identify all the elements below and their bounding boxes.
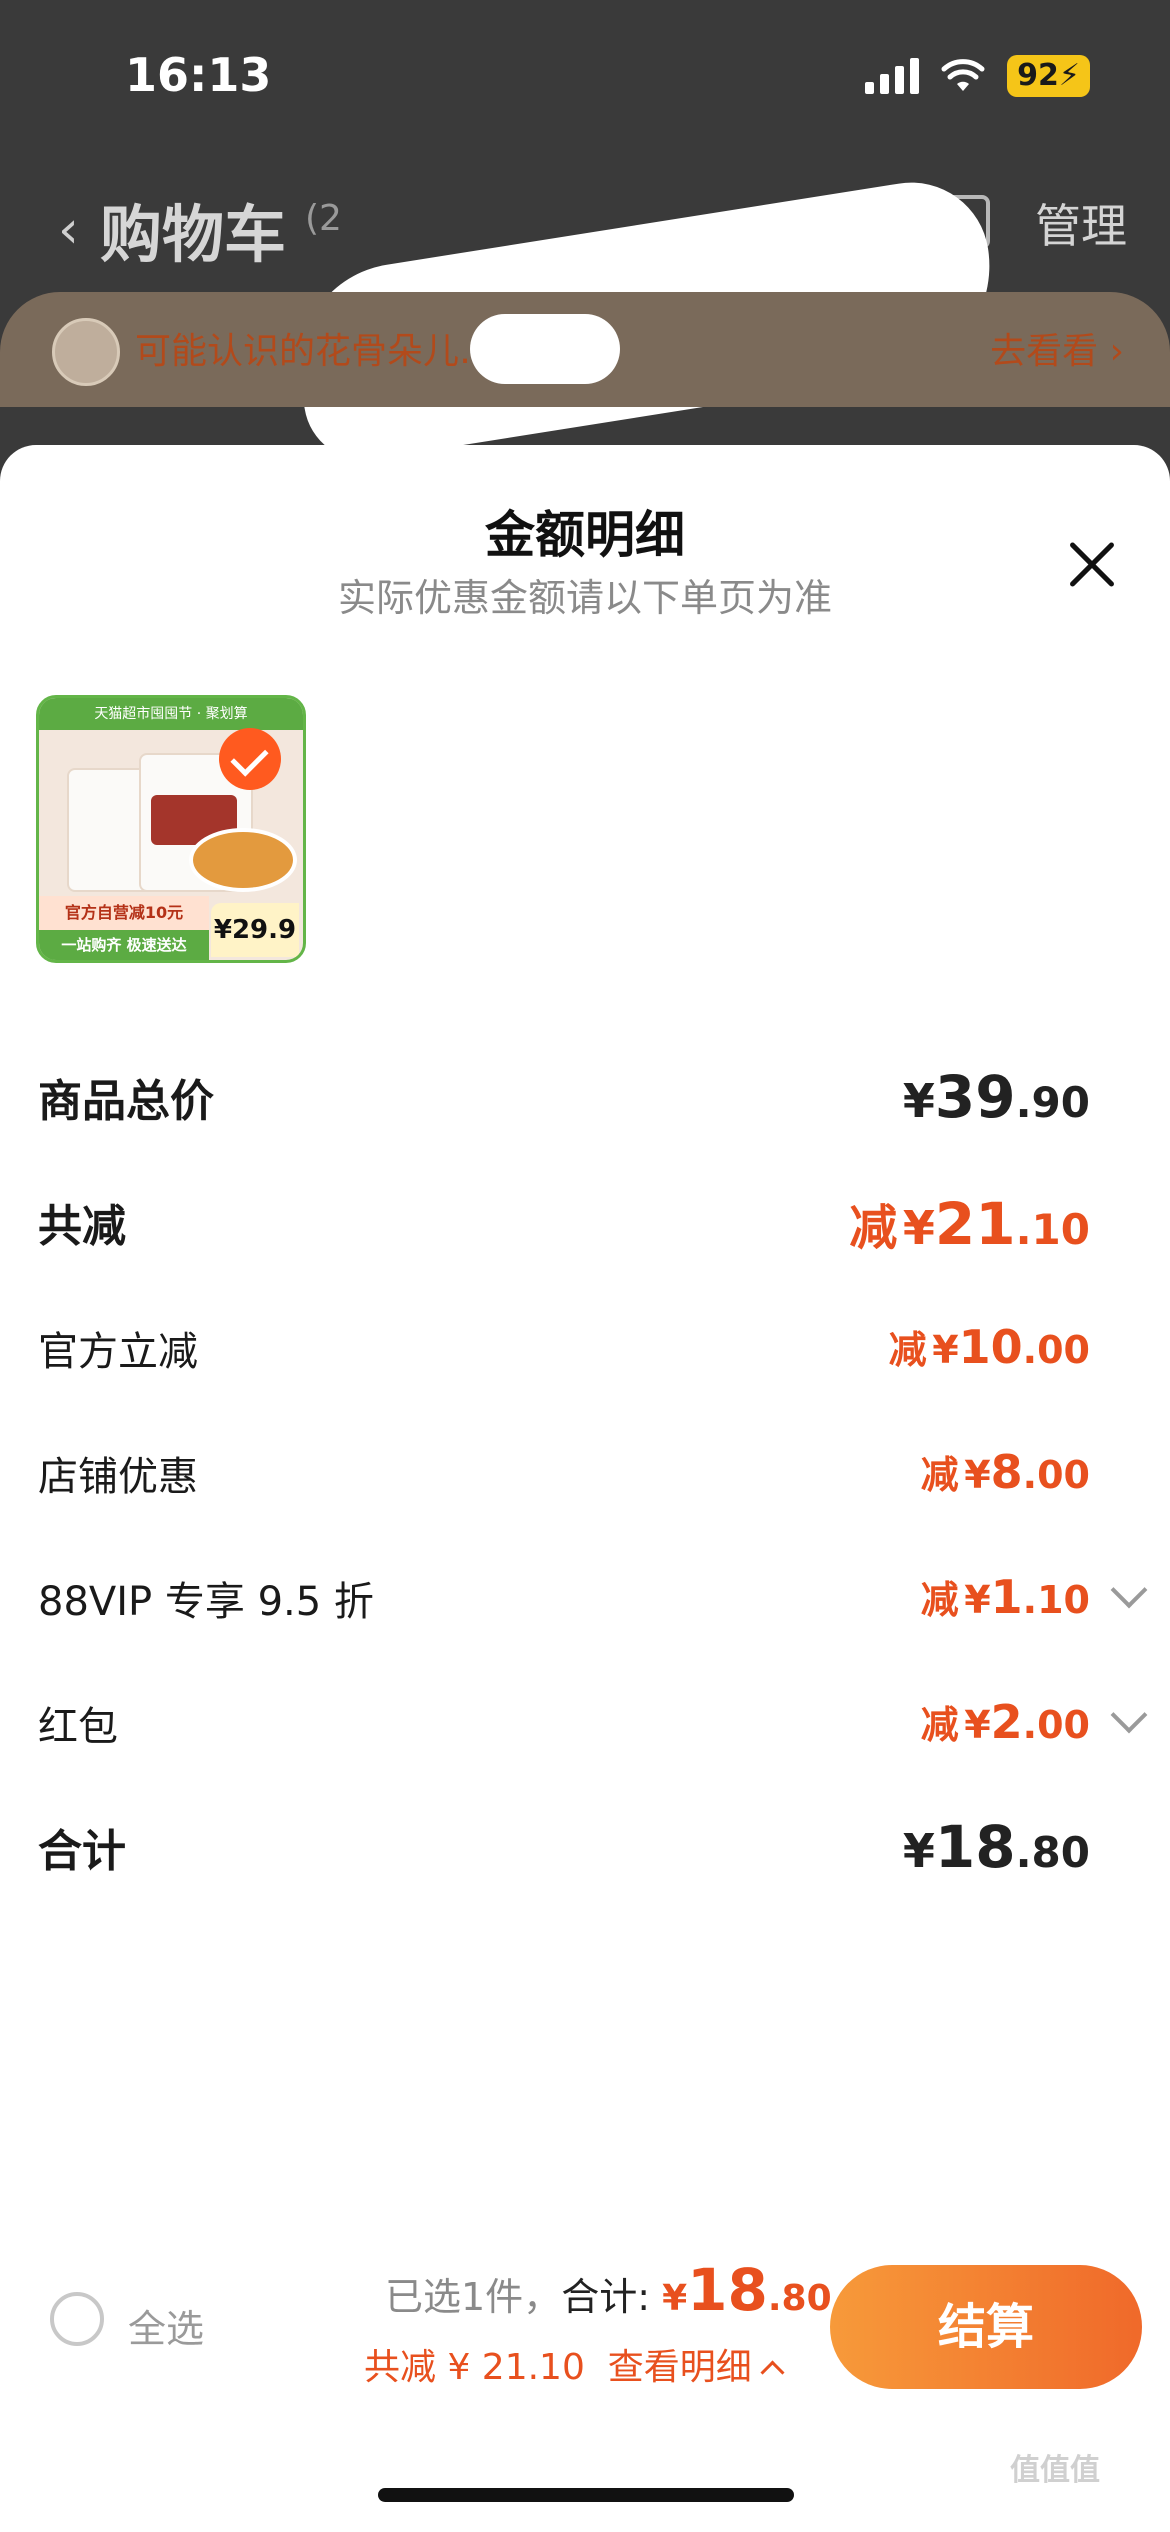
cart-count: (2 <box>305 198 342 239</box>
manage-button[interactable]: 管理 <box>1035 190 1127 256</box>
amount-int: 18 <box>687 2256 768 2324</box>
row-label: 合计 <box>38 1826 126 1877</box>
row-red-packet[interactable]: 红包 减 ¥2.00 <box>0 1680 1170 1760</box>
friend-banner-link[interactable]: 去看看 › <box>990 322 1124 374</box>
amount-int: 8 <box>990 1445 1023 1499</box>
product-bowl-image <box>189 828 297 892</box>
amount-prefix: 减 <box>920 1703 959 1747</box>
select-all-radio[interactable] <box>50 2292 104 2346</box>
row-label: 店铺优惠 <box>38 1454 198 1500</box>
row-amount: ¥18.80 <box>903 1813 1090 1881</box>
checkout-bar: 全选 已选1件，合计: ¥18.80 共减 ¥ 21.10 查看明细 结算 <box>0 2250 1170 2400</box>
checkout-summary: 已选1件，合计: ¥18.80 <box>385 2256 832 2324</box>
checkout-button[interactable]: 结算 <box>830 2265 1142 2389</box>
row-amount: 减 ¥21.10 <box>849 1188 1090 1258</box>
row-label: 红包 <box>38 1704 118 1750</box>
watermark: 值值值 <box>1010 2453 1100 2488</box>
friend-banner[interactable]: 可能认识的花骨朵儿… 去看看 › <box>0 292 1170 407</box>
currency-symbol: ¥ <box>932 1328 959 1372</box>
row-official-discount: 官方立减 减 ¥10.00 <box>0 1305 1170 1385</box>
thumb-strip: 一站购齐 极速送达 <box>39 930 209 960</box>
product-thumbnail[interactable]: 天猫超市囤囤节 · 聚划算 官方自营减10元 一站购齐 极速送达 ¥29.9 <box>36 695 306 963</box>
chevron-down-icon[interactable] <box>1110 1571 1148 1609</box>
thumb-promo: 官方自营减10元 <box>39 896 209 930</box>
wifi-icon <box>941 59 985 91</box>
select-all-label[interactable]: 全选 <box>128 2298 204 2353</box>
chevron-up-icon <box>760 2360 785 2385</box>
amount-detail-sheet: 金额明细 实际优惠金额请以下单页为准 天猫超市囤囤节 · 聚划算 官方自营减10… <box>0 445 1170 2532</box>
status-time: 16:13 <box>125 48 272 102</box>
row-amount: 减 ¥10.00 <box>889 1319 1090 1374</box>
amount-dec: .00 <box>1022 1703 1090 1747</box>
row-amount: 减 ¥1.10 <box>921 1569 1090 1624</box>
cellular-signal-icon <box>865 58 920 94</box>
currency-symbol: ¥ <box>964 1578 991 1622</box>
amount-int: 39 <box>934 1063 1016 1131</box>
view-detail-label: 查看明细 <box>607 2347 752 2388</box>
battery-indicator: 92⚡ <box>1007 55 1090 97</box>
total-label: 合计: <box>561 2275 650 2319</box>
currency-symbol: ¥ <box>902 1824 935 1878</box>
row-label: 官方立减 <box>38 1329 198 1375</box>
amount-dec: .80 <box>767 2278 832 2319</box>
row-total: 合计 ¥18.80 <box>0 1805 1170 1885</box>
selected-check-icon[interactable] <box>219 728 281 790</box>
row-amount: ¥39.90 <box>903 1063 1090 1131</box>
cart-title: 购物车 <box>100 198 287 271</box>
home-indicator[interactable] <box>378 2488 794 2502</box>
friend-avatar <box>52 318 120 386</box>
amount-int: 2 <box>990 1695 1023 1749</box>
discount-text: 共减 ¥ 21.10 <box>364 2347 585 2388</box>
currency-symbol: ¥ <box>662 2278 688 2319</box>
amount-dec: .00 <box>1022 1453 1090 1497</box>
row-label: 商品总价 <box>38 1076 214 1127</box>
amount-dec: .80 <box>1015 1828 1090 1877</box>
row-vip-discount[interactable]: 88VIP 专享 9.5 折 减 ¥1.10 <box>0 1555 1170 1635</box>
thumb-topbar: 天猫超市囤囤节 · 聚划算 <box>39 698 303 730</box>
row-store-discount: 店铺优惠 减 ¥8.00 <box>0 1430 1170 1510</box>
amount-prefix: 减 <box>888 1328 927 1372</box>
currency-symbol: ¥ <box>902 1201 935 1255</box>
amount-prefix: 减 <box>920 1453 959 1497</box>
amount-prefix: 减 <box>849 1200 898 1256</box>
amount-prefix: 减 <box>920 1578 959 1622</box>
selected-count: 已选1件， <box>385 2275 562 2319</box>
thumb-price-value: 29.9 <box>231 915 297 945</box>
row-total-discount: 共减 减 ¥21.10 <box>0 1180 1170 1260</box>
currency-symbol: ¥ <box>902 1074 935 1128</box>
amount-int: 10 <box>958 1320 1023 1374</box>
amount-dec: .00 <box>1022 1328 1090 1372</box>
status-bar: 16:13 92⚡ <box>0 0 1170 150</box>
row-label: 88VIP 专享 9.5 折 <box>38 1579 374 1625</box>
redaction-scribble-small <box>470 314 620 384</box>
amount-int: 1 <box>990 1570 1023 1624</box>
amount-int: 21 <box>934 1190 1016 1258</box>
sheet-title: 金额明细 <box>485 506 685 564</box>
amount-dec: .10 <box>1022 1578 1090 1622</box>
back-chevron-icon[interactable]: ‹ <box>58 200 79 260</box>
battery-level: 92 <box>1017 58 1059 93</box>
sheet-subtitle: 实际优惠金额请以下单页为准 <box>337 576 832 620</box>
friend-banner-text: 可能认识的花骨朵儿… <box>135 331 496 372</box>
cart-header: ‹ 购物车 (2 管理 <box>0 150 1170 469</box>
status-icons: 92⚡ <box>865 55 1090 97</box>
row-amount: 减 ¥8.00 <box>921 1444 1090 1499</box>
amount-int: 18 <box>934 1813 1016 1881</box>
currency-symbol: ¥ <box>964 1703 991 1747</box>
close-icon[interactable] <box>1060 530 1130 600</box>
row-amount: 减 ¥2.00 <box>921 1694 1090 1749</box>
amount-dec: .90 <box>1015 1078 1090 1127</box>
view-detail-link[interactable]: 共减 ¥ 21.10 查看明细 <box>364 2338 785 2390</box>
row-subtotal: 商品总价 ¥39.90 <box>0 1055 1170 1135</box>
row-label: 共减 <box>38 1201 126 1252</box>
chevron-down-icon[interactable] <box>1110 1696 1148 1734</box>
total-amount: ¥18.80 <box>662 2256 832 2324</box>
currency-symbol: ¥ <box>964 1453 991 1497</box>
thumb-price: ¥29.9 <box>211 903 299 957</box>
amount-dec: .10 <box>1015 1205 1090 1254</box>
